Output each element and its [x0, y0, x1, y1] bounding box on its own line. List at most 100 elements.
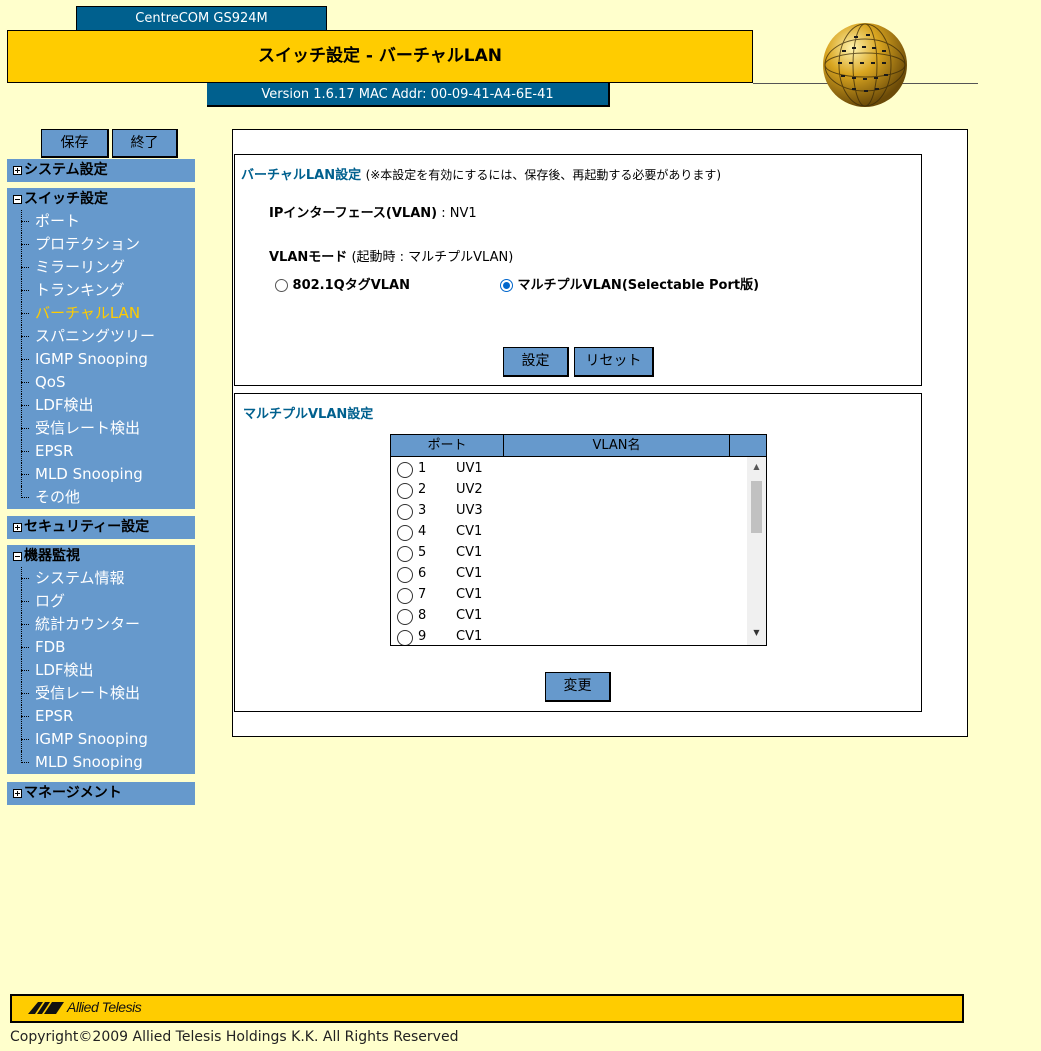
menu-head-monitor[interactable]: 機器監視: [7, 545, 195, 567]
page-title: スイッチ設定 - バーチャルLAN: [7, 30, 753, 83]
port-number: 6: [418, 566, 427, 581]
collapse-icon: [13, 194, 22, 204]
menu-head-system[interactable]: システム設定: [7, 159, 195, 181]
menu-head-label: スイッチ設定: [24, 191, 108, 207]
sidebar-item-igmp-monitor[interactable]: IGMP Snooping: [7, 728, 195, 751]
expand-icon: [13, 522, 22, 532]
option-tag-label: 802.1QタグVLAN: [292, 278, 410, 293]
sidebar-item-epsr[interactable]: EPSR: [7, 440, 195, 463]
list-scrollbar[interactable]: ▲ ▼: [747, 457, 766, 645]
expand-icon: [13, 165, 22, 175]
sidebar-item-virtual-lan[interactable]: バーチャルLAN: [7, 302, 195, 325]
sidebar-item-protection[interactable]: プロテクション: [7, 233, 195, 256]
menu-head-label: セキュリティー設定: [24, 519, 150, 535]
port-number: 8: [418, 608, 427, 623]
vlan-name: UV3: [456, 503, 483, 518]
port-radio[interactable]: [397, 609, 413, 625]
vlan-name: CV1: [456, 524, 483, 539]
sidebar-item-rx-rate[interactable]: 受信レート検出: [7, 417, 195, 440]
sidebar-item-ldf[interactable]: LDF検出: [7, 394, 195, 417]
vlan-mode-row: VLANモード (起動時 : マルチプルVLAN): [269, 246, 513, 265]
exit-button[interactable]: 終了: [112, 129, 178, 158]
port-radio[interactable]: [397, 588, 413, 604]
menu-head-management[interactable]: マネージメント: [7, 782, 195, 804]
list-item[interactable]: 1 UV1: [397, 459, 737, 480]
vlan-port-table: ポート VLAN名 1 UV1 2 UV2 3 UV3 4 CV1 5 CV1 6 CV1 …: [390, 434, 767, 646]
vlan-name: CV1: [456, 608, 483, 623]
sidebar-item-qos[interactable]: QoS: [7, 371, 195, 394]
allied-telesis-logo-icon: [28, 1002, 64, 1014]
port-radio[interactable]: [397, 483, 413, 499]
menu-head-label: 機器監視: [24, 548, 80, 564]
ip-interface-separator: :: [437, 206, 450, 221]
change-button[interactable]: 変更: [545, 672, 611, 702]
port-radio[interactable]: [397, 525, 413, 541]
globe-logo-icon: [823, 23, 907, 107]
port-radio[interactable]: [397, 546, 413, 562]
vlan-name: CV1: [456, 587, 483, 602]
port-number: 4: [418, 524, 427, 539]
sidebar-item-mld-monitor[interactable]: MLD Snooping: [7, 751, 195, 774]
multiple-vlan-title: マルチプルVLAN設定: [243, 407, 374, 422]
radio-tag-vlan[interactable]: [275, 279, 288, 292]
sidebar-item-log[interactable]: ログ: [7, 590, 195, 613]
vlan-name: CV1: [456, 566, 483, 581]
sidebar-item-fdb[interactable]: FDB: [7, 636, 195, 659]
list-item[interactable]: 9 CV1: [397, 627, 737, 645]
menu-head-label: マネージメント: [24, 785, 122, 801]
save-button[interactable]: 保存: [41, 129, 109, 158]
port-radio[interactable]: [397, 567, 413, 583]
sidebar-item-mld-snooping[interactable]: MLD Snooping: [7, 463, 195, 486]
sidebar-item-rx-rate-monitor[interactable]: 受信レート検出: [7, 682, 195, 705]
list-item[interactable]: 5 CV1: [397, 543, 737, 564]
sidebar-item-port[interactable]: ポート: [7, 210, 195, 233]
scroll-up-icon[interactable]: ▲: [747, 461, 766, 473]
vlan-name: CV1: [456, 629, 483, 644]
vlan-settings-note: (※本設定を有効にするには、保存後、再起動する必要があります): [365, 168, 722, 182]
ip-interface-value: NV1: [449, 206, 477, 221]
sidebar-item-trunking[interactable]: トランキング: [7, 279, 195, 302]
reset-button[interactable]: リセット: [574, 347, 654, 377]
collapse-icon: [13, 551, 22, 561]
menu-head-label: システム設定: [24, 162, 108, 178]
list-item[interactable]: 6 CV1: [397, 564, 737, 585]
menu-switch: スイッチ設定 ポート プロテクション ミラーリング トランキング バーチャルLA…: [7, 188, 195, 509]
radio-multiple-vlan[interactable]: [500, 279, 513, 292]
scroll-down-icon[interactable]: ▼: [747, 627, 766, 639]
mode-option-multi[interactable]: マルチプルVLAN(Selectable Port版): [500, 274, 759, 293]
set-button[interactable]: 設定: [503, 347, 569, 377]
vlan-settings-title: バーチャルLAN設定: [241, 168, 362, 183]
sidebar-item-igmp-snooping[interactable]: IGMP Snooping: [7, 348, 195, 371]
menu-system: システム設定: [7, 159, 195, 182]
port-number: 3: [418, 503, 427, 518]
list-item[interactable]: 7 CV1: [397, 585, 737, 606]
sidebar-item-mirroring[interactable]: ミラーリング: [7, 256, 195, 279]
sidebar-item-other[interactable]: その他: [7, 486, 195, 509]
ip-interface-label: IPインターフェース(VLAN): [269, 206, 438, 221]
sidebar-item-ldf-monitor[interactable]: LDF検出: [7, 659, 195, 682]
vlan-port-list[interactable]: 1 UV1 2 UV2 3 UV3 4 CV1 5 CV1 6 CV1 7 CV1 8 CV1 …: [391, 457, 766, 645]
list-item[interactable]: 3 UV3: [397, 501, 737, 522]
port-radio[interactable]: [397, 504, 413, 520]
menu-head-security[interactable]: セキュリティー設定: [7, 516, 195, 538]
port-radio[interactable]: [397, 630, 413, 645]
port-radio[interactable]: [397, 462, 413, 478]
copyright-text: Copyright©2009 Allied Telesis Holdings K…: [10, 1029, 459, 1045]
sidebar-item-system-info[interactable]: システム情報: [7, 567, 195, 590]
vlan-mode-label: VLANモード: [269, 250, 348, 265]
menu-head-switch[interactable]: スイッチ設定: [7, 188, 195, 210]
column-header-port: ポート: [391, 435, 504, 457]
sidebar-item-counters[interactable]: 統計カウンター: [7, 613, 195, 636]
list-item[interactable]: 2 UV2: [397, 480, 737, 501]
vlan-name: UV2: [456, 482, 483, 497]
version-info: Version 1.6.17 MAC Addr: 00-09-41-A4-6E-…: [207, 83, 610, 107]
footer-brand: Allied Telesis: [67, 999, 142, 1015]
list-item[interactable]: 8 CV1: [397, 606, 737, 627]
scrollbar-thumb[interactable]: [751, 481, 762, 533]
list-item[interactable]: 4 CV1: [397, 522, 737, 543]
expand-icon: [13, 788, 22, 798]
menu-management: マネージメント: [7, 782, 195, 805]
sidebar-item-spanning-tree[interactable]: スパニングツリー: [7, 325, 195, 348]
sidebar-item-epsr-monitor[interactable]: EPSR: [7, 705, 195, 728]
mode-option-tag[interactable]: 802.1QタグVLAN: [275, 274, 410, 293]
